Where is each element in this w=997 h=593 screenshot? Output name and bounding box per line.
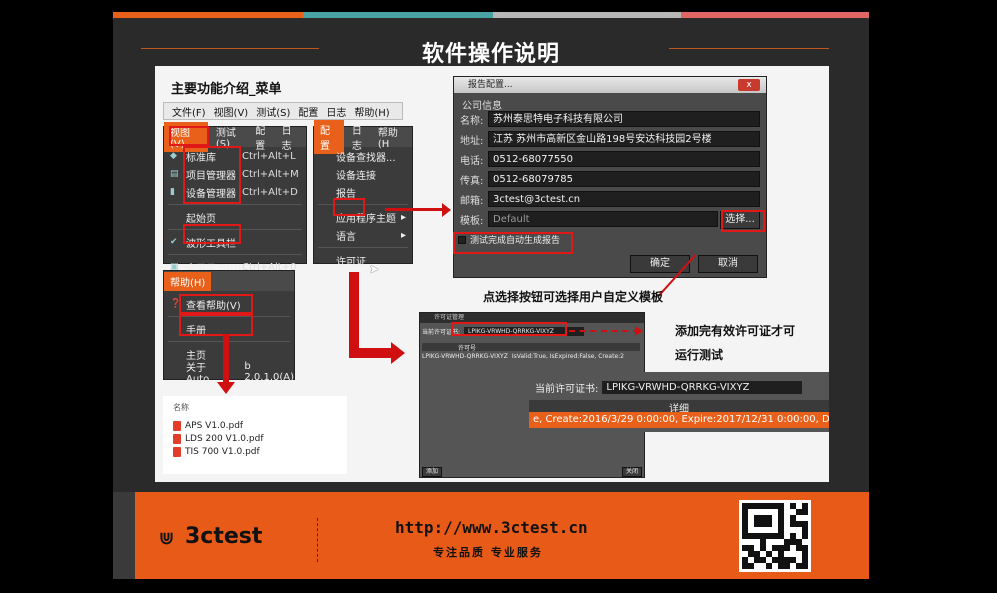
license-table-row[interactable]: LPIKG-VRWHD-QRRKG-VIXYZ IsValid:True, Is… [422,353,624,360]
caption-license-line1: 添加完有效许可证才可 [675,324,796,338]
close-license-button[interactable]: 关闭 [622,467,642,477]
add-license-button[interactable]: 添加 [422,467,442,477]
field-phone: 电话: 0512-68077550 [460,151,760,167]
file-list-header: 名称 [173,403,189,412]
field-fax: 传真: 0512-68079785 [460,171,760,187]
highlight-select [721,210,765,232]
menu-log[interactable]: 日志 [326,104,346,119]
pdf-icon [173,433,181,444]
footer-divider [317,518,318,562]
field-template: 模板: Default [460,211,718,227]
footer-slogan: 专注品质 专业服务 [433,546,543,559]
name-input[interactable]: 苏州泰思特电子科技有限公司 [488,111,760,127]
template-input[interactable]: Default [488,211,718,227]
brand-logo-text: 3ctest [185,524,263,549]
arrow-license-caption [569,330,639,332]
license-table-header: 许可号 [422,343,640,352]
menu-item-device-finder[interactable]: 设备查找器... [314,147,412,165]
chevron-right-icon: ▸ [400,229,406,241]
fax-input[interactable]: 0512-68079785 [488,171,760,187]
file-item-tis[interactable]: TIS 700 V1.0.pdf [163,445,347,458]
menu-item-about[interactable]: 关于Auto b 2.0.1.0(A) [164,361,294,385]
menu-item-device-connect[interactable]: 设备连接 [314,165,412,183]
arrow-license-vertical [349,272,359,356]
section-caption: 主要功能介绍_菜单 [171,82,282,97]
license-zoom-detail-row[interactable]: e, Create:2016/3/29 0:00:00, Expire:2017… [529,412,829,428]
highlight-license-current [451,322,567,336]
pdf-icon [173,446,181,457]
brand-logo-icon: ⋓ [159,528,175,549]
highlight-waveform [183,224,241,244]
help-menu-tab[interactable]: 帮助(H) [164,271,212,291]
file-item-aps[interactable]: APS V1.0.pdf [163,419,347,432]
pdf-file-list: 名称 APS V1.0.pdf LDS 200 V1.0.pdf TIS 700… [163,396,347,474]
highlight-view-items [183,146,241,204]
menu-separator [318,247,408,248]
footer-url[interactable]: http://www.3ctest.cn [395,518,588,537]
pdf-icon [173,420,181,431]
menu-view[interactable]: 视图(V) [214,104,249,119]
menu-test[interactable]: 测试(S) [256,104,290,119]
menu-item-language[interactable]: 语言 ▸ [314,226,412,244]
arrow-down-manual [223,334,229,384]
footer-left-strip [113,492,135,579]
arrow-down-manual-head [217,382,235,394]
highlight-auto-report [453,232,573,254]
top-color-bars [113,12,869,18]
qr-code-icon [739,500,811,572]
arrow-license-caption-head [635,326,643,336]
menu-config[interactable]: 配置 [298,104,318,119]
highlight-manual [179,314,253,336]
diamond-icon: ◆ [170,151,177,161]
caption-license-line2: 运行测试 [675,348,724,362]
license-zoom-value[interactable]: LPIKG-VRWHD-QRRKG-VIXYZ [602,381,803,394]
field-email: 邮箱: 3ctest@3ctest.cn [460,191,760,207]
menu-separator [168,254,302,255]
document-icon: ▤ [170,169,179,179]
menu-file[interactable]: 文件(F) [172,104,206,119]
menu-item-license[interactable]: 许可证 [314,251,412,269]
license-zoom-panel: 当前许可证书: LPIKG-VRWHD-QRRKG-VIXYZ 详细 e, Cr… [529,372,829,432]
menu-help[interactable]: 帮助(H) [354,104,389,119]
highlight-report [333,198,365,216]
help-menu-header: 帮助(H) [164,271,294,291]
config-menu-header: 配置 日志 帮助(H [314,120,412,154]
config-menu: 配置 日志 帮助(H 设备查找器... 设备连接 报告 应用程序主题 ▸ 语言 ▸ … [313,120,413,268]
arrow-license-head [391,342,405,364]
cancel-button[interactable]: 取消 [698,255,758,273]
license-zoom-current: 当前许可证书: LPIKG-VRWHD-QRRKG-VIXYZ [535,380,803,395]
device-icon: ▮ [170,187,175,197]
highlight-view-tab [169,126,209,146]
check-icon: ✔ [170,237,178,247]
close-button[interactable]: x [738,79,760,91]
caption-template: 点选择按钮可选择用户自定义模板 [483,290,664,304]
main-menubar: 文件(F) 视图(V) 测试(S) 配置 日志 帮助(H) [163,102,403,120]
field-address: 地址: 江苏 苏州市高新区金山路198号安达科技园2号楼 [460,131,760,147]
slide-title: 软件操作说明 [421,42,560,67]
mouse-cursor-icon: ➤ [369,262,380,276]
address-input[interactable]: 江苏 苏州市高新区金山路198号安达科技园2号楼 [488,131,760,147]
report-dialog-titlebar: 报告配置... x [454,77,766,93]
file-item-lds[interactable]: LDS 200 V1.0.pdf [163,432,347,445]
slide: 软件操作说明 主要功能介绍_菜单 文件(F) 视图(V) 测试(S) 配置 日志… [113,12,869,579]
menu-separator [168,204,302,205]
email-input[interactable]: 3ctest@3ctest.cn [488,191,760,207]
highlight-view-help [179,294,253,314]
content-panel: 主要功能介绍_菜单 文件(F) 视图(V) 测试(S) 配置 日志 帮助(H) … [155,66,829,482]
arrow-license-horizontal [349,348,393,358]
license-zoom-header: 详细 [529,400,829,415]
company-info-group: 公司信息 [462,101,502,112]
field-name: 名称: 苏州泰思特电子科技有限公司 [460,111,760,127]
footer: ⋓ 3ctest http://www.3ctest.cn 专注品质 专业服务 [113,492,869,579]
chevron-right-icon: ▸ [400,211,406,223]
arrow-report [385,203,451,217]
menu-separator [168,341,290,342]
phone-input[interactable]: 0512-68077550 [488,151,760,167]
